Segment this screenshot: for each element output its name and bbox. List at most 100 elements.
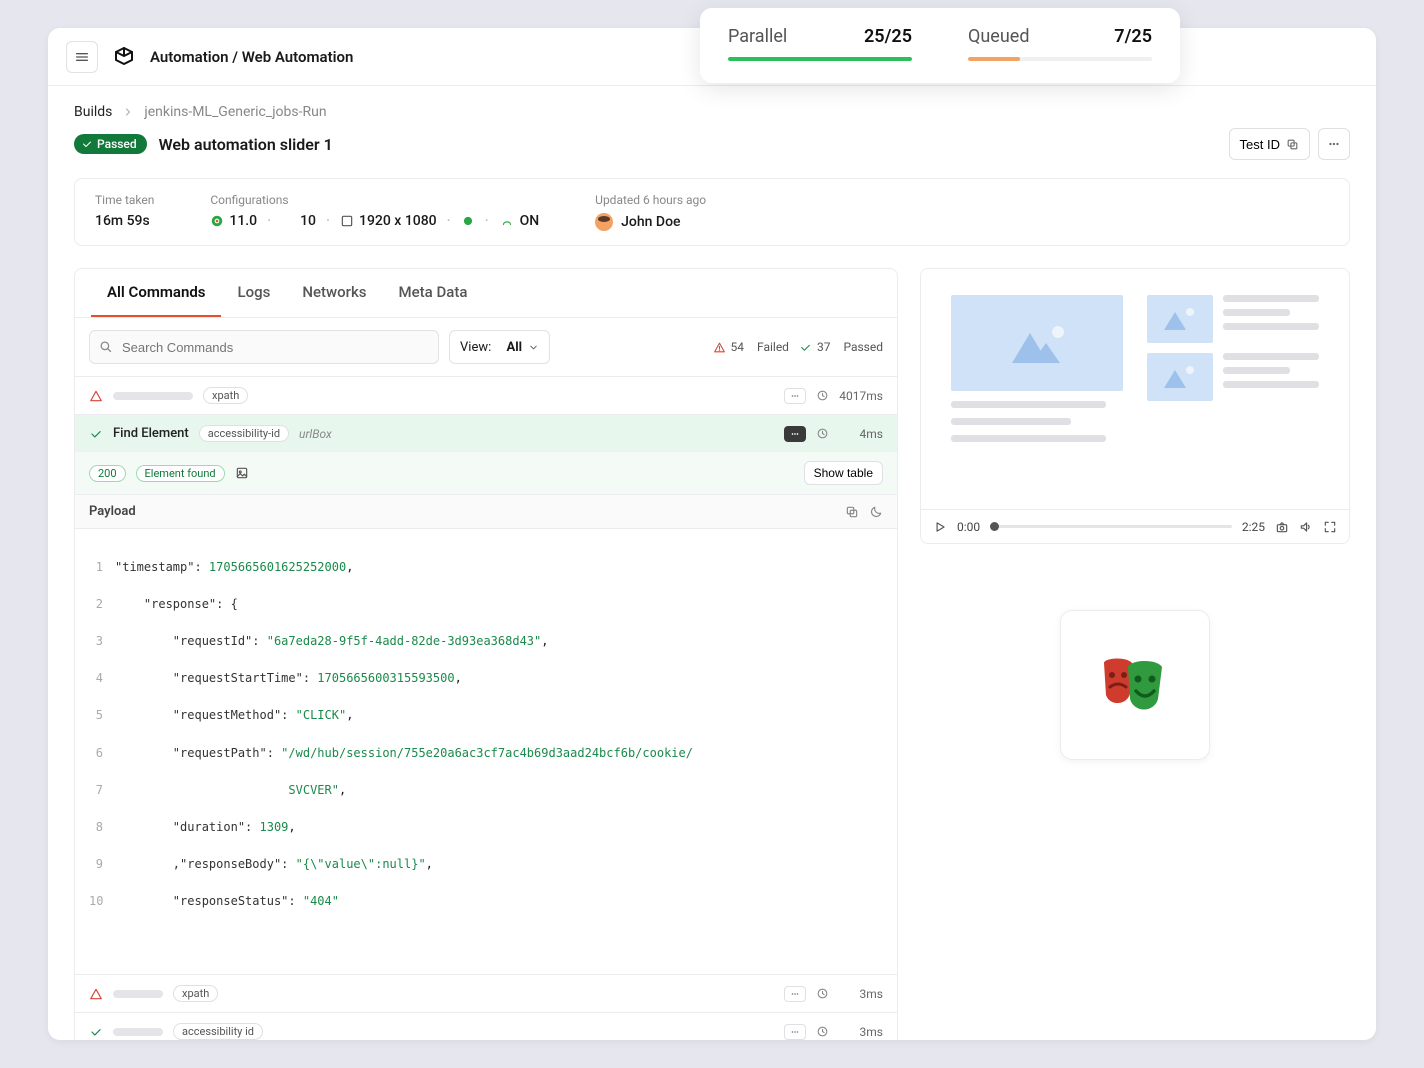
check-icon	[81, 138, 93, 150]
integration-icon-card	[1060, 610, 1210, 760]
time-taken-value: 16m 59s	[95, 213, 154, 229]
resolution-icon	[340, 214, 354, 228]
row-more-button[interactable]	[784, 1024, 806, 1040]
test-id-button[interactable]: Test ID	[1229, 128, 1310, 160]
passed-count: 37 Passed	[799, 340, 883, 354]
tab-networks[interactable]: Networks	[286, 269, 382, 317]
hamburger-icon	[74, 49, 90, 65]
page-title: Web automation slider 1	[159, 135, 333, 154]
copy-icon	[1286, 138, 1299, 151]
row-more-button[interactable]	[784, 388, 806, 404]
view-dropdown[interactable]: View: All	[449, 330, 550, 364]
tab-logs[interactable]: Logs	[221, 269, 286, 317]
search-input[interactable]	[89, 330, 439, 364]
payload-code: 1"timestamp": 1705665601625252000, 2 "re…	[75, 528, 897, 974]
moon-icon[interactable]	[869, 505, 883, 519]
locator-tag: accessibility-id	[199, 425, 289, 442]
command-row-selected[interactable]: Find Element accessibility-id urlBox 4ms	[75, 414, 897, 452]
placeholder-image	[1147, 353, 1213, 401]
breadcrumb: Builds jenkins-ML_Generic_jobs-Run	[74, 104, 1350, 120]
command-row[interactable]: xpath 4017ms	[75, 376, 897, 414]
chevron-right-icon	[122, 106, 134, 118]
clock-icon	[816, 427, 829, 440]
config-label: Configurations	[210, 193, 539, 207]
tab-meta-data[interactable]: Meta Data	[383, 269, 484, 317]
commands-panel: All Commands Logs Networks Meta Data Vie…	[74, 268, 898, 1040]
failed-count: 54 Failed	[713, 340, 789, 354]
tunnel-icon	[499, 214, 515, 228]
command-row[interactable]: xpath 3ms	[75, 974, 897, 1012]
more-button[interactable]	[1318, 128, 1350, 160]
dot-icon	[461, 214, 475, 228]
warning-icon	[89, 389, 103, 403]
search-input-wrapper	[89, 330, 439, 364]
duration: 3ms	[839, 987, 883, 1001]
logo-icon	[112, 45, 136, 69]
video-total-time: 2:25	[1242, 520, 1265, 534]
duration: 3ms	[839, 1025, 883, 1039]
breadcrumb-root[interactable]: Builds	[74, 104, 112, 120]
breadcrumb-leaf: jenkins-ML_Generic_jobs-Run	[144, 104, 326, 120]
parallel-metric: Parallel 25/25	[728, 26, 912, 61]
duration: 4ms	[839, 427, 883, 441]
result-msg-tag: Element found	[136, 465, 225, 482]
show-table-button[interactable]: Show table	[804, 461, 883, 485]
warning-icon	[89, 987, 103, 1001]
mountain-icon	[1002, 318, 1072, 368]
duration: 4017ms	[839, 389, 883, 403]
payload-header: Payload	[75, 494, 897, 528]
masks-icon	[1096, 653, 1174, 717]
command-name: Find Element	[113, 426, 189, 441]
placeholder-image	[951, 295, 1123, 391]
clock-icon	[816, 389, 829, 402]
image-icon[interactable]	[235, 466, 249, 480]
search-icon	[98, 339, 113, 354]
command-row[interactable]: accessibility id 3ms	[75, 1012, 897, 1040]
check-icon	[89, 1025, 103, 1039]
warning-icon	[713, 341, 726, 354]
metrics-card: Parallel 25/25 Queued 7/25	[700, 8, 1180, 83]
avatar	[595, 213, 613, 231]
video-controls: 0:00 2:25	[921, 509, 1349, 543]
video-progress[interactable]	[990, 525, 1232, 528]
row-more-button[interactable]	[784, 986, 806, 1002]
meta-strip: Time taken 16m 59s Configurations 11.0 ·…	[74, 178, 1350, 246]
tab-all-commands[interactable]: All Commands	[91, 269, 221, 317]
video-panel: 0:00 2:25	[920, 268, 1350, 544]
updated-label: Updated 6 hours ago	[595, 193, 706, 207]
clock-icon	[816, 987, 829, 1000]
locator-tag: accessibility id	[173, 1023, 263, 1040]
status-badge: Passed	[74, 134, 147, 154]
ellipsis-icon	[1327, 137, 1341, 151]
http-status-tag: 200	[89, 465, 126, 482]
chrome-icon	[210, 214, 224, 228]
menu-toggle-button[interactable]	[66, 41, 98, 73]
header-breadcrumb: Automation / Web Automation	[150, 48, 353, 66]
volume-icon[interactable]	[1299, 520, 1313, 534]
video-frame	[921, 269, 1349, 509]
locator-tag: xpath	[203, 387, 248, 404]
chevron-down-icon	[528, 342, 539, 353]
locator-value: urlBox	[299, 427, 332, 441]
locator-tag: xpath	[173, 985, 218, 1002]
skeleton	[113, 392, 193, 400]
skeleton	[113, 990, 163, 998]
placeholder-image	[1147, 295, 1213, 343]
play-icon[interactable]	[933, 520, 947, 534]
windows-icon	[281, 214, 295, 228]
camera-icon[interactable]	[1275, 520, 1289, 534]
command-result-row: 200 Element found Show table	[75, 452, 897, 494]
queued-metric: Queued 7/25	[968, 26, 1152, 61]
clock-icon	[816, 1025, 829, 1038]
video-current-time: 0:00	[957, 520, 980, 534]
tabs: All Commands Logs Networks Meta Data	[75, 269, 897, 318]
check-icon	[799, 341, 812, 354]
copy-icon[interactable]	[845, 505, 859, 519]
time-taken-label: Time taken	[95, 193, 154, 207]
skeleton	[113, 1028, 163, 1036]
fullscreen-icon[interactable]	[1323, 520, 1337, 534]
author-value: John Doe	[595, 213, 706, 231]
check-icon	[89, 427, 103, 441]
config-values: 11.0 · 10 · 1920 x 1080 · · ON	[210, 213, 539, 229]
row-more-button[interactable]	[784, 426, 806, 442]
